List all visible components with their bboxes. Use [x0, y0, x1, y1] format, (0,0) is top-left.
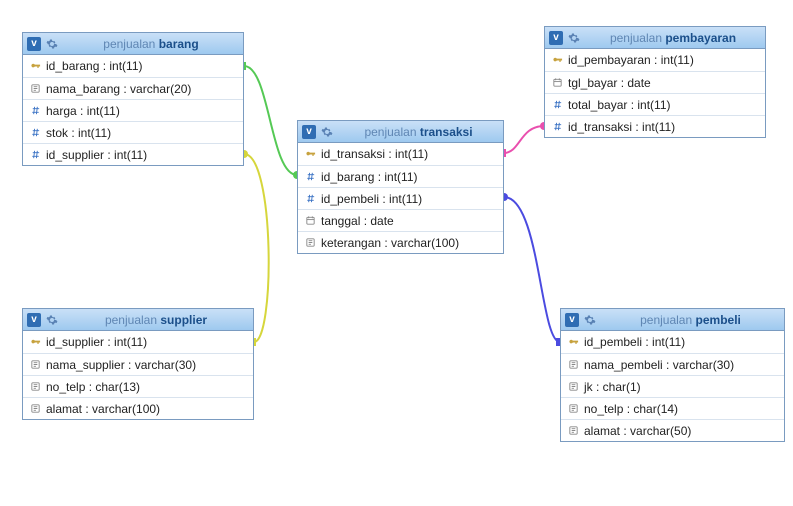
column-list: id_transaksi : int(11) id_barang : int(1… — [298, 143, 503, 253]
column-row[interactable]: jk : char(1) — [561, 375, 784, 397]
table-pembeli[interactable]: v penjualan pembeli id_pembeli : int(11)… — [560, 308, 785, 442]
gear-icon[interactable] — [320, 125, 334, 139]
key-icon — [567, 336, 579, 348]
column-row[interactable]: keterangan : varchar(100) — [298, 231, 503, 253]
column-row[interactable]: nama_pembeli : varchar(30) — [561, 353, 784, 375]
column-row[interactable]: no_telp : char(14) — [561, 397, 784, 419]
expand-icon[interactable]: v — [565, 313, 579, 327]
hash-icon — [29, 149, 41, 161]
table-title: penjualan supplier — [63, 313, 249, 327]
gear-icon[interactable] — [45, 313, 59, 327]
table-header[interactable]: v penjualan pembeli — [561, 309, 784, 331]
text-icon — [567, 425, 579, 437]
column-row[interactable]: id_barang : int(11) — [298, 165, 503, 187]
column-row[interactable]: id_transaksi : int(11) — [298, 143, 503, 165]
column-list: id_barang : int(11) nama_barang : varcha… — [23, 55, 243, 165]
expand-icon[interactable]: v — [549, 31, 563, 45]
expand-icon[interactable]: v — [302, 125, 316, 139]
text-icon — [567, 403, 579, 415]
table-title: penjualan transaksi — [338, 125, 499, 139]
gear-icon[interactable] — [567, 31, 581, 45]
date-icon — [551, 77, 563, 89]
text-icon — [29, 83, 41, 95]
text-icon — [567, 381, 579, 393]
table-header[interactable]: v penjualan transaksi — [298, 121, 503, 143]
column-list: id_pembayaran : int(11) tgl_bayar : date… — [545, 49, 765, 137]
column-row[interactable]: id_pembayaran : int(11) — [545, 49, 765, 71]
table-pembayaran[interactable]: v penjualan pembayaran id_pembayaran : i… — [544, 26, 766, 138]
key-icon — [29, 336, 41, 348]
gear-icon[interactable] — [583, 313, 597, 327]
table-header[interactable]: v penjualan pembayaran — [545, 27, 765, 49]
table-header[interactable]: v penjualan barang — [23, 33, 243, 55]
column-row[interactable]: no_telp : char(13) — [23, 375, 253, 397]
table-transaksi[interactable]: v penjualan transaksi id_transaksi : int… — [297, 120, 504, 254]
table-barang[interactable]: v penjualan barang id_barang : int(11) n… — [22, 32, 244, 166]
column-row[interactable]: stok : int(11) — [23, 121, 243, 143]
table-supplier[interactable]: v penjualan supplier id_supplier : int(1… — [22, 308, 254, 420]
column-row[interactable]: nama_supplier : varchar(30) — [23, 353, 253, 375]
expand-icon[interactable]: v — [27, 37, 41, 51]
column-row[interactable]: id_pembeli : int(11) — [298, 187, 503, 209]
column-row[interactable]: id_supplier : int(11) — [23, 331, 253, 353]
hash-icon — [304, 171, 316, 183]
gear-icon[interactable] — [45, 37, 59, 51]
date-icon — [304, 215, 316, 227]
column-row[interactable]: id_barang : int(11) — [23, 55, 243, 77]
text-icon — [29, 403, 41, 415]
key-icon — [29, 60, 41, 72]
text-icon — [29, 381, 41, 393]
table-header[interactable]: v penjualan supplier — [23, 309, 253, 331]
key-icon — [551, 54, 563, 66]
column-row[interactable]: alamat : varchar(50) — [561, 419, 784, 441]
table-title: penjualan pembeli — [601, 313, 780, 327]
column-row[interactable]: total_bayar : int(11) — [545, 93, 765, 115]
column-row[interactable]: alamat : varchar(100) — [23, 397, 253, 419]
hash-icon — [304, 193, 316, 205]
column-row[interactable]: id_supplier : int(11) — [23, 143, 243, 165]
hash-icon — [551, 99, 563, 111]
text-icon — [567, 359, 579, 371]
column-row[interactable]: nama_barang : varchar(20) — [23, 77, 243, 99]
column-row[interactable]: id_pembeli : int(11) — [561, 331, 784, 353]
column-list: id_supplier : int(11) nama_supplier : va… — [23, 331, 253, 419]
column-list: id_pembeli : int(11) nama_pembeli : varc… — [561, 331, 784, 441]
expand-icon[interactable]: v — [27, 313, 41, 327]
hash-icon — [29, 127, 41, 139]
table-title: penjualan barang — [63, 37, 239, 51]
column-row[interactable]: tanggal : date — [298, 209, 503, 231]
column-row[interactable]: tgl_bayar : date — [545, 71, 765, 93]
text-icon — [304, 237, 316, 249]
column-row[interactable]: harga : int(11) — [23, 99, 243, 121]
hash-icon — [551, 121, 563, 133]
table-title: penjualan pembayaran — [585, 31, 761, 45]
text-icon — [29, 359, 41, 371]
hash-icon — [29, 105, 41, 117]
column-row[interactable]: id_transaksi : int(11) — [545, 115, 765, 137]
key-icon — [304, 148, 316, 160]
